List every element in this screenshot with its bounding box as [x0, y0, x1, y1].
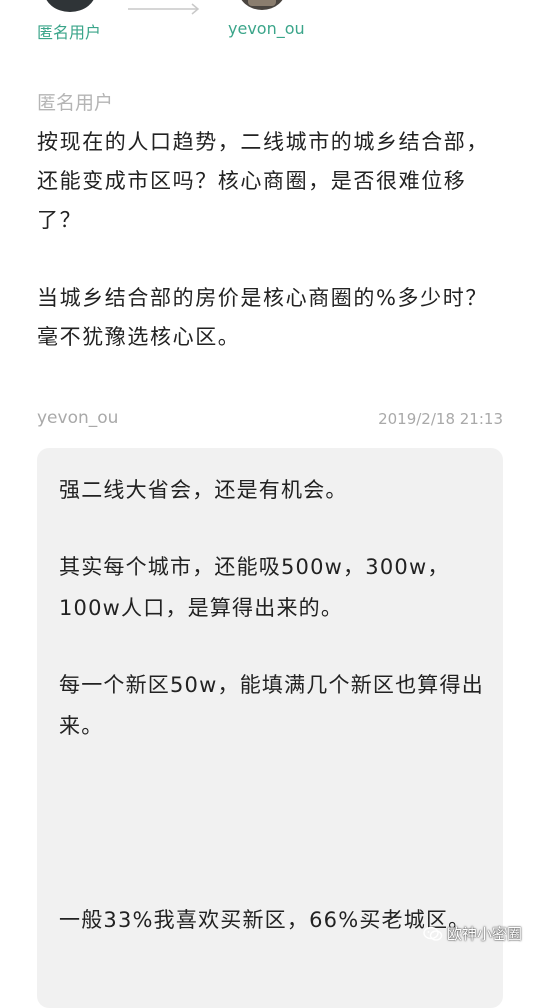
question-paragraph: 按现在的人口趋势，二线城市的城乡结合部，还能变成市区吗？核心商圈，是否很难位移了… — [37, 130, 489, 232]
question-paragraph: 当城乡结合部的房价是核心商圈的%多少时？毫不犹豫选核心区。 — [37, 286, 488, 349]
answer-paragraph: 其实每个城市，还能吸500w，300w，100w人口，是算得出来的。 — [59, 555, 450, 620]
question-author: 匿名用户 — [37, 92, 114, 114]
arrow-right-icon — [128, 3, 200, 15]
conversation-header: 匿名用户 yevon_ou — [0, 0, 540, 46]
answer-paragraph: 每一个新区50w，能填满几个新区也算得出来。 — [59, 673, 484, 738]
watermark-text: 欧神小密圈 — [446, 925, 522, 943]
answerer-avatar[interactable] — [238, 0, 286, 10]
answerer-name-link[interactable]: yevon_ou — [228, 19, 305, 38]
answer-body: 强二线大省会，还是有机会。 其实每个城市，还能吸500w，300w，100w人口… — [59, 470, 489, 941]
watermark: 欧神小密圈 — [423, 923, 522, 944]
answer-timestamp: 2019/2/18 21:13 — [378, 410, 503, 428]
answer-author[interactable]: yevon_ou — [37, 408, 118, 428]
question-body: 按现在的人口趋势，二线城市的城乡结合部，还能变成市区吗？核心商圈，是否很难位移了… — [37, 123, 507, 357]
wechat-icon — [423, 926, 443, 941]
answer-paragraph: 强二线大省会，还是有机会。 — [59, 478, 348, 502]
asker-avatar[interactable] — [44, 0, 96, 12]
asker-name-link[interactable]: 匿名用户 — [37, 19, 101, 43]
